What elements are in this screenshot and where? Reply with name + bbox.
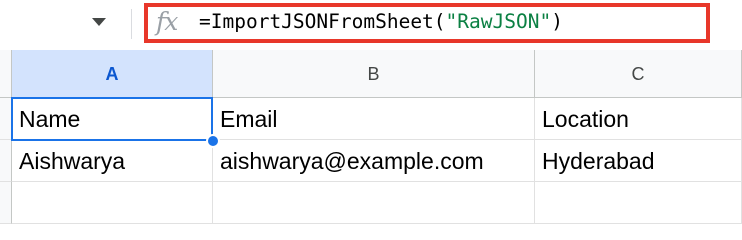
row-header-1[interactable] (0, 98, 12, 140)
cell-a1[interactable]: Name (12, 98, 213, 140)
row-header-2[interactable] (0, 140, 12, 182)
cell-c1[interactable]: Location (535, 98, 742, 140)
cell-c2[interactable]: Hyderabad (535, 140, 742, 182)
cell-a3[interactable] (12, 182, 213, 224)
chevron-down-icon (92, 18, 106, 26)
name-box-dropdown[interactable] (84, 12, 114, 36)
fill-handle[interactable] (206, 134, 220, 148)
cell-b3[interactable] (213, 182, 535, 224)
formula-highlight-box (144, 3, 710, 43)
cell-a2[interactable]: Aishwarya (12, 140, 213, 182)
select-all-corner[interactable] (0, 50, 12, 98)
cell-b2[interactable]: aishwarya@example.com (213, 140, 535, 182)
column-header-a[interactable]: A (12, 50, 213, 98)
column-header-b[interactable]: B (213, 50, 535, 98)
formula-bar: fx =ImportJSONFromSheet("RawJSON") (0, 0, 742, 50)
cell-c3[interactable] (535, 182, 742, 224)
cell-b1[interactable]: Email (213, 98, 535, 140)
column-header-c[interactable]: C (535, 50, 742, 98)
row-header-3[interactable] (0, 182, 12, 224)
formula-bar-divider (131, 9, 132, 39)
